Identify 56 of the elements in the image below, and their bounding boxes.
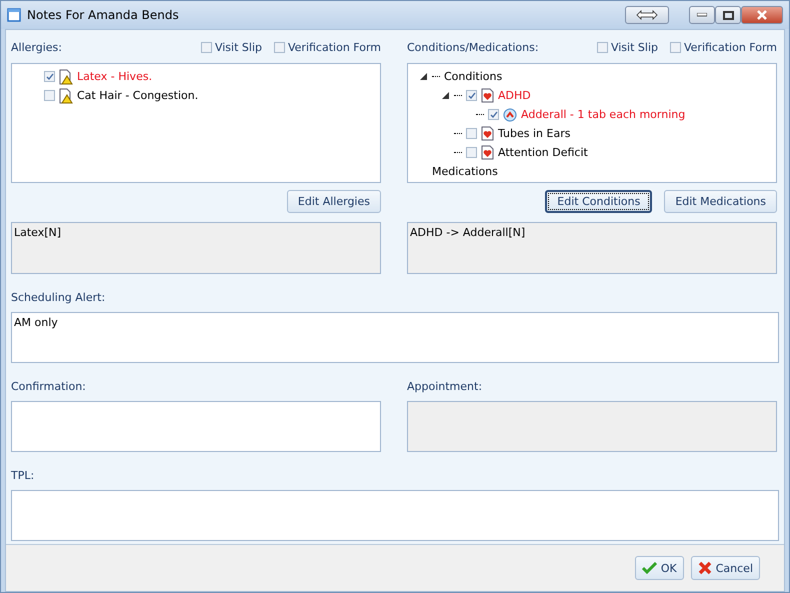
check-icon	[642, 562, 657, 574]
maximize-button[interactable]	[715, 6, 741, 24]
resize-button[interactable]	[625, 6, 669, 24]
minimize-icon	[697, 13, 707, 17]
expanded-arrow-icon[interactable]	[442, 92, 448, 99]
tree-item[interactable]: Adderall - 1 tab each morning	[521, 108, 686, 121]
edit-button[interactable]: Edit Medications	[664, 190, 777, 213]
heart-document-icon	[481, 126, 494, 141]
text-field[interactable]	[11, 490, 779, 541]
heart-document-icon	[481, 145, 494, 160]
window-title: Notes For Amanda Bends	[27, 8, 180, 22]
close-icon	[756, 10, 768, 20]
tree-item[interactable]: Conditions	[444, 70, 502, 83]
heart-document-icon	[481, 88, 494, 103]
edit-button[interactable]: Edit Allergies	[286, 190, 381, 213]
expanded-arrow-icon[interactable]	[420, 73, 426, 80]
checkbox[interactable]	[44, 71, 55, 82]
option-label: Verification Form	[684, 40, 777, 54]
field-label: Appointment:	[407, 380, 484, 393]
checkbox[interactable]	[466, 90, 477, 101]
window-icon	[7, 8, 21, 22]
checkbox[interactable]	[670, 42, 681, 52]
maximize-icon	[722, 10, 734, 20]
text-field[interactable]	[11, 401, 381, 452]
edit-button[interactable]: Edit Conditions	[545, 190, 652, 213]
tree-item[interactable]: ADHD	[498, 89, 531, 102]
checkbox[interactable]	[488, 109, 499, 120]
checkbox[interactable]	[466, 147, 477, 158]
warning-document-icon	[59, 88, 73, 104]
cross-icon	[698, 561, 712, 575]
close-button[interactable]	[741, 6, 783, 24]
allergy-item[interactable]: Latex - Hives.	[77, 70, 152, 83]
tree-item[interactable]: Attention Deficit	[498, 146, 588, 159]
option-label: Visit Slip	[214, 40, 262, 54]
checkbox[interactable]	[596, 42, 608, 52]
text-field[interactable]: AM only	[11, 312, 779, 363]
section-label: Conditions/Medications:	[407, 40, 540, 54]
tree-item[interactable]: Medications	[432, 165, 498, 178]
field-label: Scheduling Alert:	[11, 291, 106, 304]
field-label: Confirmation:	[11, 380, 87, 393]
checkbox[interactable]	[200, 42, 212, 52]
section-label: Allergies:	[11, 40, 63, 54]
option-label: Visit Slip	[610, 40, 658, 54]
checkbox[interactable]	[466, 128, 477, 139]
checkbox[interactable]	[44, 90, 55, 101]
tree-item[interactable]: Tubes in Ears	[498, 127, 570, 140]
ok-button[interactable]: OK	[634, 556, 684, 580]
pill-icon	[503, 108, 517, 122]
field-label: TPL:	[11, 469, 36, 482]
cancel-button[interactable]: Cancel	[690, 556, 760, 580]
allergy-item[interactable]: Cat Hair - Congestion.	[77, 89, 198, 102]
warning-document-icon	[59, 68, 73, 84]
checkbox[interactable]	[274, 42, 285, 52]
minimize-button[interactable]	[689, 6, 715, 24]
option-label: Verification Form	[288, 40, 381, 54]
double-arrow-icon	[636, 10, 658, 20]
